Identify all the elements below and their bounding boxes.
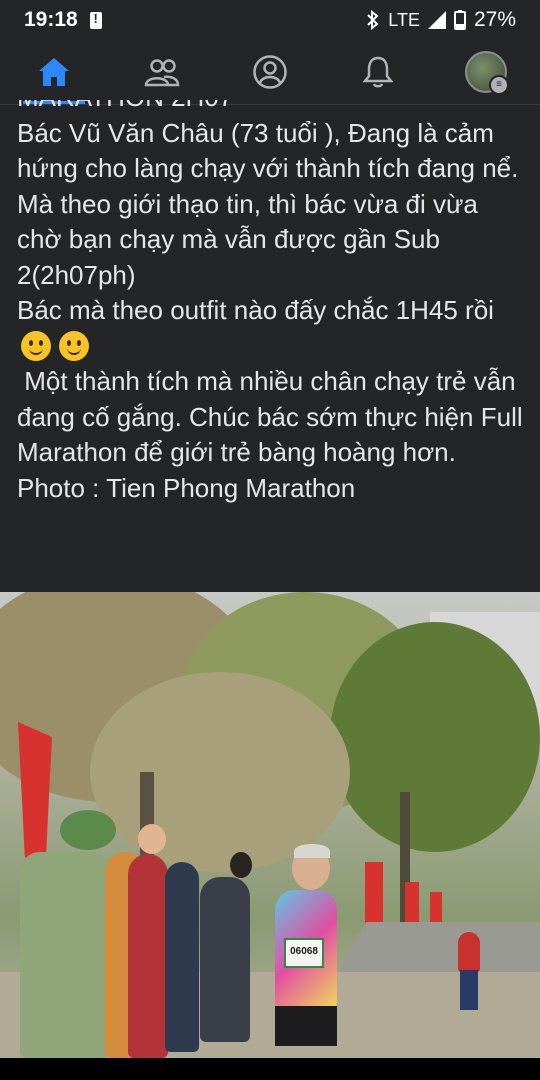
post-cut-line: MARATHON 2H07 — [17, 82, 234, 112]
race-bib: 06068 — [284, 938, 324, 968]
runner-shorts — [275, 1006, 337, 1046]
tree — [330, 622, 540, 852]
status-bar: 19:18 LTE 27% — [0, 0, 540, 40]
tree — [90, 672, 350, 872]
spectator — [200, 877, 250, 1042]
spectator — [128, 854, 168, 1058]
runner-hair — [294, 844, 330, 858]
spectator — [165, 862, 199, 1052]
smiley-icon — [21, 330, 51, 361]
background-runner — [458, 932, 480, 972]
bottom-edge — [0, 1058, 540, 1080]
spectator-head — [138, 824, 166, 854]
battery-icon — [453, 10, 466, 30]
bluetooth-icon — [367, 10, 379, 30]
post-body: MARATHON 2H07 Bác Vũ Văn Châu (73 tuổi )… — [17, 80, 527, 506]
background-runner-legs — [460, 970, 478, 1010]
spectator-hat — [60, 810, 116, 850]
smiley-icon — [59, 330, 89, 361]
post-paragraph: Mà theo giới thạo tin, thì bác vừa đi vừ… — [17, 188, 486, 290]
status-time: 19:18 — [24, 8, 78, 31]
network-label: LTE — [388, 9, 420, 30]
spectator-head — [230, 852, 252, 878]
alert-icon — [89, 11, 102, 29]
signal-icon — [427, 11, 446, 29]
race-bib-number: 06068 — [290, 946, 318, 957]
battery-level: 27% — [473, 8, 516, 31]
post-paragraph: Bác mà theo outfit nào đấy chắc 1H45 rồi — [17, 293, 527, 364]
post-photo-credit: Photo : Tien Phong Marathon — [17, 472, 356, 503]
spectator — [20, 852, 110, 1058]
post-paragraph-text: Bác mà theo outfit nào đấy chắc 1H45 rồi — [17, 295, 494, 325]
red-flag — [18, 722, 52, 872]
post-paragraph: Bác Vũ Văn Châu (73 tuổi ), Đang là cảm … — [17, 117, 519, 184]
post-paragraph: Một thành tích mà nhiều chân chạy trẻ vẫ… — [17, 366, 530, 467]
post-photo[interactable]: 06068 — [0, 592, 540, 1058]
